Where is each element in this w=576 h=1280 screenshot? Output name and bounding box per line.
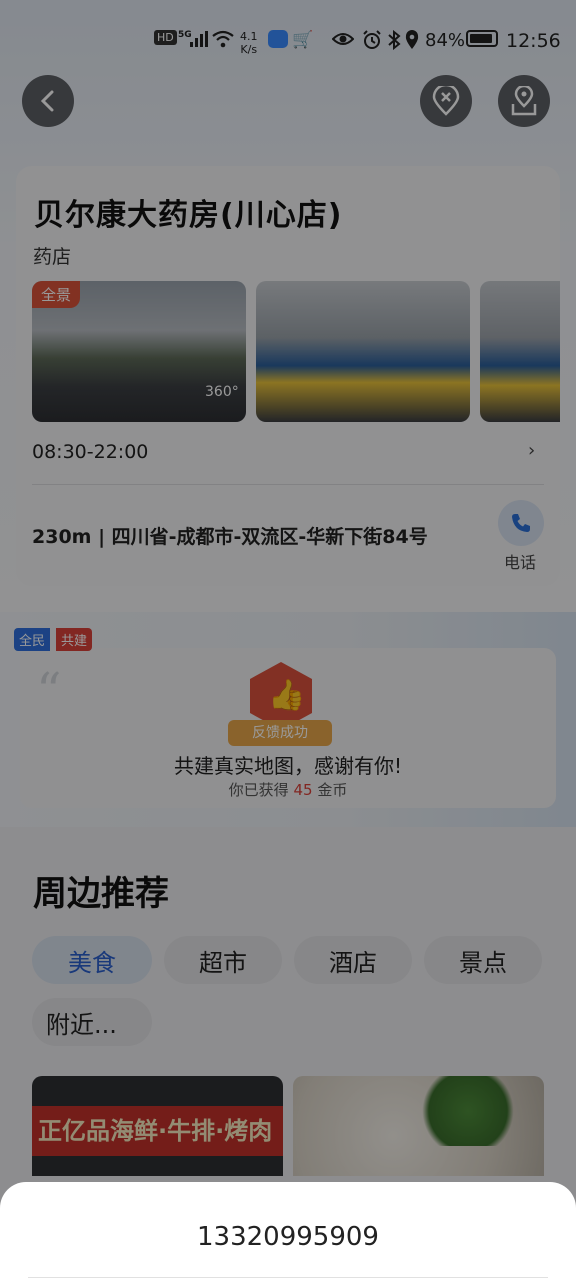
cobuild-title: 共建真实地图，感谢有你!	[173, 754, 403, 778]
panorama-badge: 全景	[32, 281, 81, 308]
reward-suffix: 金币	[317, 781, 348, 799]
recommend-card-2[interactable]	[293, 1076, 544, 1176]
report-error-button[interactable]	[420, 75, 472, 127]
map-icon	[511, 86, 537, 116]
quote-icon: “	[36, 662, 62, 720]
chevron-right-icon[interactable]: ›	[528, 440, 535, 461]
eye-icon	[331, 30, 355, 52]
phone-icon	[512, 514, 530, 532]
recommend-card-1[interactable]: 正亿品海鲜·牛排·烤肉	[32, 1076, 283, 1176]
nearby-title: 周边推荐	[33, 874, 169, 914]
business-hours[interactable]: 08:30-22:00	[32, 441, 148, 463]
badge-ribbon: 反馈成功	[228, 720, 332, 746]
wifi-icon	[212, 30, 234, 53]
sheet-divider	[28, 1277, 548, 1278]
success-badge: 👍 反馈成功	[218, 652, 340, 752]
back-button[interactable]	[22, 75, 74, 127]
tab-hotel[interactable]: 酒店	[294, 936, 412, 984]
map-pin-x-icon	[432, 86, 460, 116]
divider	[32, 484, 544, 485]
phone-number-option[interactable]: 13320995909	[0, 1222, 576, 1252]
thumbs-up-icon: 👍	[268, 678, 306, 713]
poi-category: 药店	[33, 246, 72, 268]
map-view-button[interactable]	[498, 75, 550, 127]
storefront-photo[interactable]	[256, 281, 470, 422]
reward-coins: 45	[293, 781, 313, 799]
cobuild-tag-right: 共建	[56, 628, 93, 651]
panorama-360-icon: 360°	[205, 384, 239, 400]
cart-icon: 🛒	[292, 30, 314, 50]
alarm-icon	[362, 30, 382, 55]
storefront-photo-2[interactable]	[480, 281, 560, 422]
cobuild-reward: 你已获得 45 金币	[0, 779, 576, 800]
status-bar: HD 5G 4.1 K/s 🛒 84% 12:56	[0, 0, 576, 88]
bluetooth-icon	[387, 29, 401, 55]
tab-supermarket[interactable]: 超市	[164, 936, 282, 984]
reward-prefix: 你已获得	[228, 781, 289, 799]
chevron-left-icon	[40, 90, 54, 112]
signal-icon	[190, 30, 208, 52]
restaurant-sign: 正亿品海鲜·牛排·烤肉	[32, 1106, 283, 1156]
battery-percent: 84%	[425, 30, 466, 51]
call-label: 电话	[504, 553, 537, 572]
app-notification-icon	[268, 30, 288, 48]
network-speed: 4.1 K/s	[240, 30, 258, 56]
tab-nearby[interactable]: 附近...	[32, 998, 152, 1046]
cobuild-tag-left: 全民	[14, 628, 51, 651]
food-photo	[413, 1076, 523, 1146]
tab-food[interactable]: 美食	[32, 936, 152, 984]
poi-address[interactable]: 230m | 四川省-成都市-双流区-华新下街84号	[32, 522, 428, 549]
call-button[interactable]	[498, 500, 544, 546]
poi-name: 贝尔康大药房(川心店)	[34, 198, 343, 233]
clock: 12:56	[506, 30, 561, 52]
tab-scenic[interactable]: 景点	[424, 936, 542, 984]
location-icon	[405, 30, 419, 55]
battery-icon	[466, 30, 498, 47]
hd-indicator: HD	[154, 30, 177, 45]
